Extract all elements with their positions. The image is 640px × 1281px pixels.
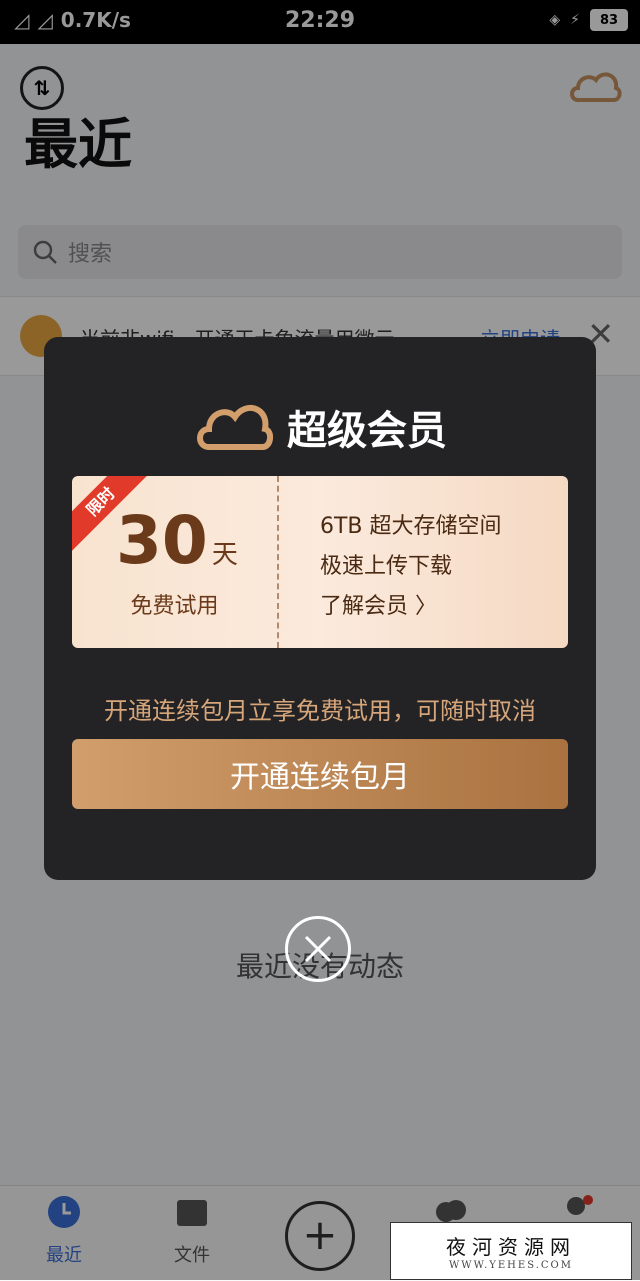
watermark-text: 夜河资源网 (446, 1235, 576, 1259)
cloud-logo-icon (197, 405, 273, 450)
trial-note: 开通连续包月立享免费试用，可随时取消 (104, 697, 536, 725)
days-unit: 天 (211, 540, 238, 570)
learn-more-link[interactable]: 了解会员 〉 (320, 588, 437, 620)
dialog-close-button[interactable] (285, 916, 351, 982)
free-trial-label: 免费试用 (130, 594, 219, 619)
close-icon (304, 935, 332, 963)
days-value: 30 (116, 502, 208, 579)
ticket-divider (277, 476, 279, 648)
vip-dialog: 超级会员 限时 30 天 免费试用 6TB 超大存储空间 极速上传下载 了解会员 … (44, 337, 596, 880)
feature-storage: 6TB 超大存储空间 (320, 514, 502, 539)
trial-days: 30 天 (116, 502, 238, 579)
feature-speed: 极速上传下载 (320, 554, 453, 579)
watermark-url: WWW.YEHES.COM (449, 1260, 573, 1271)
watermark: 夜河资源网 WWW.YEHES.COM (390, 1222, 632, 1280)
subscribe-button[interactable]: 开通连续包月 (72, 739, 568, 809)
dialog-title: 超级会员 (287, 408, 447, 454)
trial-ticket: 限时 30 天 免费试用 6TB 超大存储空间 极速上传下载 了解会员 〉 (72, 476, 568, 648)
dialog-header: 超级会员 (44, 397, 596, 457)
